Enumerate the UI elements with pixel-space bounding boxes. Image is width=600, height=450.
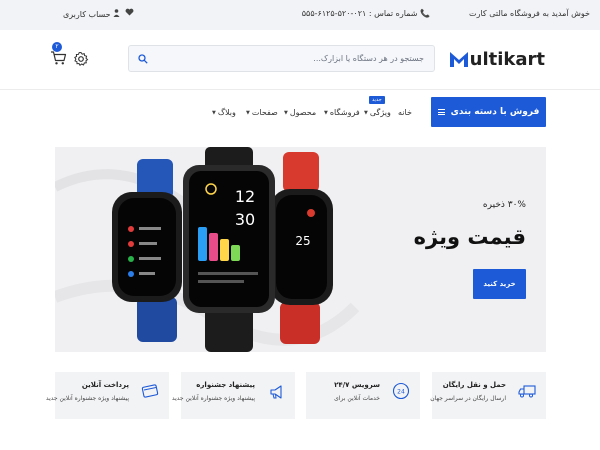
svg-text:12: 12 [235,187,255,206]
feature-title: پرداخت آنلاین [81,381,129,389]
nav-item-label: خانه [398,108,412,117]
feature-desc: پیشنهاد ویژه جشنواره آنلاین جدید [171,395,255,402]
feature-desc: پیشنهاد ویژه جشنواره آنلاین جدید [45,395,129,402]
top-bar: خوش آمدید به فروشگاه مالتی کارت 📞 شماره … [0,0,600,30]
feature-support: 24 سرویس ۲۴/۷ خدمات آنلاین برای [306,372,420,419]
nav-item-product[interactable]: محصول ▼ [284,108,316,117]
svg-text:24: 24 [397,389,405,396]
menu-bars-icon [437,109,445,115]
svg-text:30: 30 [235,210,255,229]
buy-button[interactable]: خرید کنید [473,269,526,299]
feature-online-payment: پرداخت آنلاین پیشنهاد ویژه جشنواره آنلای… [46,372,169,419]
user-icon [113,9,120,19]
nav-item-pages[interactable]: صفحات ▼ [246,108,278,117]
chevron-down-icon: ▼ [212,109,216,116]
chevron-down-icon: ▼ [324,109,328,116]
new-badge: جدید [369,96,385,104]
nav-item-label: صفحات [251,108,278,117]
nav-item-label: فروشگاه [329,108,360,117]
hero-save-text: ۳۰% ذخیره [482,200,526,210]
categories-button-label: فروش با دسته بندی [450,107,540,117]
feature-title: حمل و نقل رایگان [442,381,506,389]
search-icon [138,53,148,64]
svg-text:25: 25 [295,234,310,248]
phone-info: 📞 شماره تماس : ۰۲۱-۵۲۰-۶۱۲۵-۵۵۵ [302,9,430,18]
feature-title: پیشنهاد جشنواره [196,381,255,389]
nav-item-shop[interactable]: فروشگاه ▼ [324,108,360,117]
hero-banner: 25 12 30 ۳۰% ذخیره قیمت ویژه خرید کنید [55,147,546,352]
welcome-text: خوش آمدید به فروشگاه مالتی کارت [469,9,590,18]
nav-item-label: محصول [289,108,317,117]
cart-count-badge: ۲ [52,42,62,52]
feature-free-shipping: حمل و نقل رایگان ارسال رایگان در سراسر ج… [430,372,546,419]
wishlist-icon[interactable] [125,8,134,18]
categories-button[interactable]: فروش با دسته بندی [431,97,546,127]
chevron-down-icon: ▼ [284,109,288,116]
account-text: حساب کاربری [63,10,111,19]
phone-text: شماره تماس : ۰۲۱-۵۲۰-۶۱۲۵-۵۵۵ [301,9,418,18]
megaphone-icon [270,385,282,399]
account-link[interactable]: حساب کاربری [63,9,120,19]
chevron-down-icon: ▼ [364,109,368,116]
truck-icon [518,385,536,398]
feature-desc: ارسال رایگان در سراسر جهان [430,395,506,402]
logo-text: ultikart [469,48,545,70]
feature-title: سرویس ۲۴/۷ [334,381,380,389]
cart-icon[interactable] [50,50,67,66]
search-input[interactable] [159,46,434,71]
support-24-icon: 24 [392,382,410,400]
header-divider [0,89,600,90]
nav-item-home[interactable]: خانه [398,108,412,117]
logo-m-icon [449,52,468,67]
nav-item-label: وبلاگ [217,108,236,117]
nav-item-blog[interactable]: وبلاگ ▼ [212,108,236,117]
feature-festival-offer: پیشنهاد جشنواره پیشنهاد ویژه جشنواره آنل… [172,372,295,419]
phone-icon: 📞 [420,9,430,18]
feature-desc: خدمات آنلاین برای [334,395,380,402]
hero-title: قیمت ویژه [413,225,526,249]
smartwatches-image: 25 12 30 [55,147,360,352]
nav-item-label: ویژگی [369,108,391,117]
nav-item-features[interactable]: ویژگی ▼ [364,108,391,117]
settings-gear-icon[interactable] [73,51,89,67]
logo[interactable]: ultikart [449,47,545,71]
search-button[interactable] [129,46,157,71]
card-icon [141,384,159,398]
chevron-down-icon: ▼ [246,109,250,116]
search-bar [128,45,435,72]
